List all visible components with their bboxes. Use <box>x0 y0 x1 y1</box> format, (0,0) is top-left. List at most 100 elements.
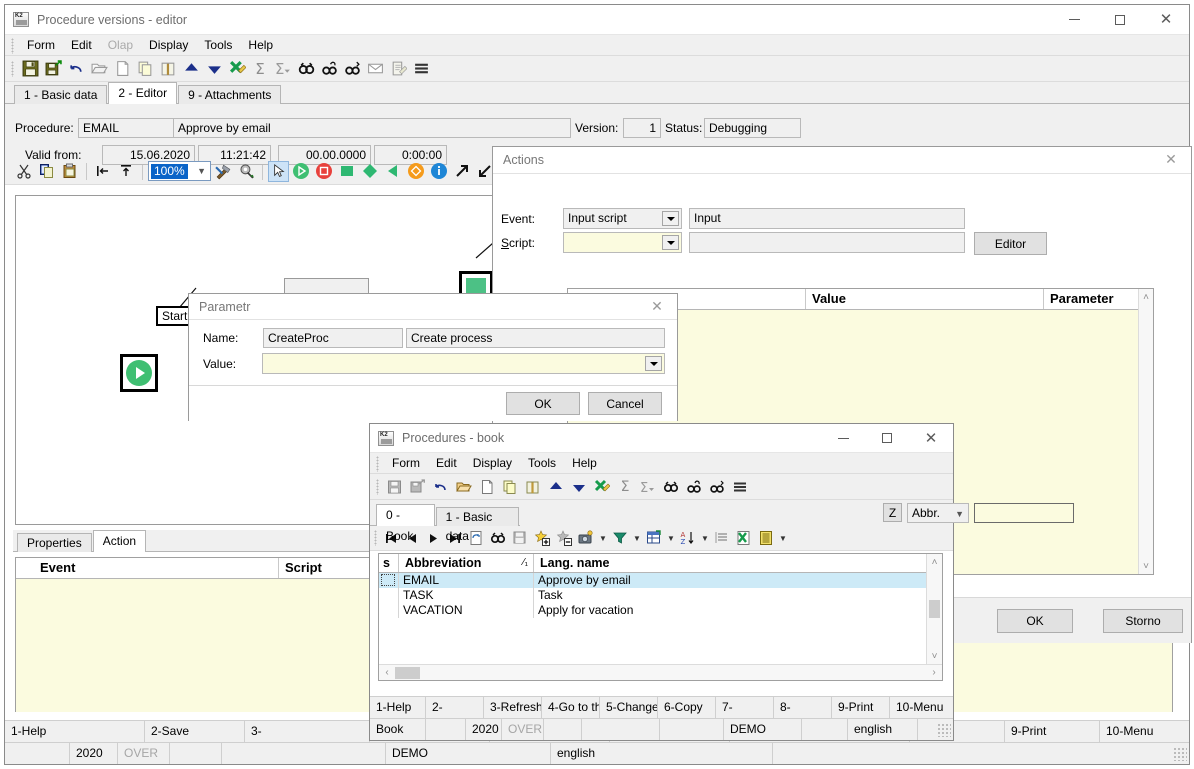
book-minimize-button[interactable] <box>821 424 865 452</box>
sort-chevron-down-icon[interactable]: ▼ <box>699 527 711 549</box>
export-excel-icon[interactable] <box>226 58 248 80</box>
book-scroll-down-button[interactable]: ˅ <box>927 648 943 664</box>
book-maximize-button[interactable] <box>865 424 909 452</box>
table-row[interactable]: VACATION Apply for vacation <box>379 603 926 618</box>
filter-chevron-down-icon[interactable]: ▼ <box>631 527 643 549</box>
move-down-icon[interactable] <box>203 58 225 80</box>
book-window-resize-grip[interactable] <box>937 722 951 737</box>
book-fkey-9[interactable]: 9-Print <box>832 697 890 718</box>
book-copy-icon[interactable] <box>499 476 521 498</box>
book-export-excel-icon[interactable] <box>591 476 613 498</box>
fkey-10-menu[interactable]: 10-Menu <box>1100 721 1189 742</box>
book-fkey-8[interactable]: 8- <box>774 697 832 718</box>
maximize-button[interactable] <box>1097 5 1143 34</box>
book-grid[interactable]: s Abbreviation ⁄₁ Lang. name EMAIL Appro… <box>378 553 943 681</box>
book-undo-icon[interactable] <box>430 476 452 498</box>
parametr-cancel-button[interactable]: Cancel <box>588 392 662 415</box>
find-icon[interactable] <box>295 58 317 80</box>
filter-icon[interactable] <box>609 527 631 549</box>
decision-node-tool-icon[interactable] <box>359 160 381 182</box>
book-open-folder-icon[interactable] <box>453 476 475 498</box>
align-top-icon[interactable] <box>115 160 137 182</box>
event-node-tool-icon[interactable] <box>405 160 427 182</box>
pointer-tool-icon[interactable] <box>268 160 289 182</box>
menu-item-form[interactable]: Form <box>19 35 63 56</box>
close-button[interactable]: ✕ <box>1143 5 1189 34</box>
book-fkey-7[interactable]: 7- <box>716 697 774 718</box>
book-col-lang-name[interactable]: Lang. name <box>534 554 926 572</box>
menu-item-help[interactable]: Help <box>240 35 281 56</box>
align-left-icon[interactable] <box>92 160 114 182</box>
action-grid-col-event[interactable]: Event <box>16 558 279 578</box>
book-search-z-button[interactable]: Z <box>883 503 902 522</box>
save-as-icon[interactable] <box>42 58 64 80</box>
back-node-tool-icon[interactable] <box>382 160 404 182</box>
book-move-down-icon[interactable] <box>568 476 590 498</box>
book-col-s[interactable]: s <box>379 554 399 572</box>
next-record-icon[interactable] <box>423 527 444 549</box>
window-resize-grip[interactable] <box>1173 746 1187 761</box>
book-scroll-right-button[interactable]: › <box>926 665 942 681</box>
row-lang-name-cell[interactable]: Apply for vacation <box>534 603 926 618</box>
scroll-down-button[interactable]: ˅ <box>1138 558 1154 574</box>
tools-hammer-icon[interactable] <box>212 160 234 182</box>
start-node-tool-icon[interactable] <box>290 160 312 182</box>
row-lang-name-cell[interactable]: Approve by email <box>534 573 926 588</box>
report-chevron-down-icon[interactable]: ▼ <box>777 527 789 549</box>
delete-record-icon[interactable] <box>553 527 575 549</box>
book-menu-item-edit[interactable]: Edit <box>428 453 465 474</box>
export-xls-icon[interactable] <box>733 527 755 549</box>
parametr-value-chevron-down-icon[interactable] <box>645 356 662 371</box>
script-combo[interactable] <box>563 232 682 253</box>
actions-ok-button[interactable]: OK <box>997 609 1073 633</box>
book-menu-item-help[interactable]: Help <box>564 453 605 474</box>
book-hscroll-thumb[interactable] <box>395 666 420 679</box>
procedure-name-input[interactable]: Approve by email <box>173 118 571 138</box>
book-fkey-1[interactable]: 1-Help <box>370 697 426 718</box>
grouping-icon[interactable] <box>643 527 665 549</box>
book-search-input[interactable] <box>974 503 1074 523</box>
menu-item-edit[interactable]: Edit <box>63 35 100 56</box>
book-search-column-combo[interactable]: Abbr. ▼ <box>907 503 969 523</box>
grid-find-icon[interactable] <box>487 527 509 549</box>
table-row[interactable]: TASK Task <box>379 588 926 603</box>
zoom-combo[interactable]: 100% ▼ <box>148 161 211 181</box>
book-menu-hamburger-icon[interactable] <box>729 476 751 498</box>
book-col-abbreviation[interactable]: Abbreviation ⁄₁ <box>399 554 534 572</box>
row-abbreviation-cell[interactable]: VACATION <box>399 603 534 618</box>
minimize-button[interactable] <box>1051 5 1097 34</box>
debug-gear-icon[interactable] <box>235 160 257 182</box>
fkey-1-help[interactable]: 1-Help <box>5 721 145 742</box>
actions-storno-button[interactable]: Storno <box>1103 609 1183 633</box>
fkey-9-print[interactable]: 9-Print <box>1005 721 1100 742</box>
row-selector-cell[interactable] <box>379 573 399 588</box>
book-new-document-icon[interactable] <box>476 476 498 498</box>
parameters-vertical-scrollbar[interactable]: ˄ ˅ <box>1138 289 1153 574</box>
actions-dialog-titlebar[interactable]: Actions ✕ <box>493 147 1191 173</box>
paste-icon[interactable] <box>59 160 81 182</box>
menu-item-tools[interactable]: Tools <box>196 35 240 56</box>
row-selector-cell[interactable] <box>379 603 399 618</box>
tab-editor[interactable]: 2 - Editor <box>108 82 178 104</box>
cut-icon[interactable] <box>13 160 35 182</box>
tab-basic-data[interactable]: 1 - Basic data <box>14 85 108 104</box>
row-lang-name-cell[interactable]: Task <box>534 588 926 603</box>
book-move-up-icon[interactable] <box>545 476 567 498</box>
book-search-chevron-down-icon[interactable]: ▼ <box>955 509 964 519</box>
find-again-icon[interactable] <box>318 58 340 80</box>
book-grid-body[interactable]: EMAIL Approve by email TASK Task VACATIO… <box>379 573 926 664</box>
book-scroll-up-button[interactable]: ˄ <box>927 554 943 570</box>
book-tab-book[interactable]: 0 - Book <box>376 504 435 543</box>
parameters-col-parameter[interactable]: Parameter <box>1044 289 1138 309</box>
tab-properties[interactable]: Properties <box>17 533 92 552</box>
book-book-icon[interactable] <box>522 476 544 498</box>
undo-icon[interactable] <box>65 58 87 80</box>
book-fkey-10[interactable]: 10-Menu <box>890 697 953 718</box>
procedure-code-input[interactable]: EMAIL <box>78 118 175 138</box>
book-find-again-icon[interactable] <box>683 476 705 498</box>
fkey-3[interactable]: 3- <box>245 721 370 742</box>
main-window-titlebar[interactable]: Procedure versions - editor ✕ <box>5 5 1189 35</box>
book-fkey-3[interactable]: 3-Refresh/F <box>484 697 542 718</box>
copy2-icon[interactable] <box>36 160 58 182</box>
status-field[interactable]: Debugging <box>704 118 801 138</box>
